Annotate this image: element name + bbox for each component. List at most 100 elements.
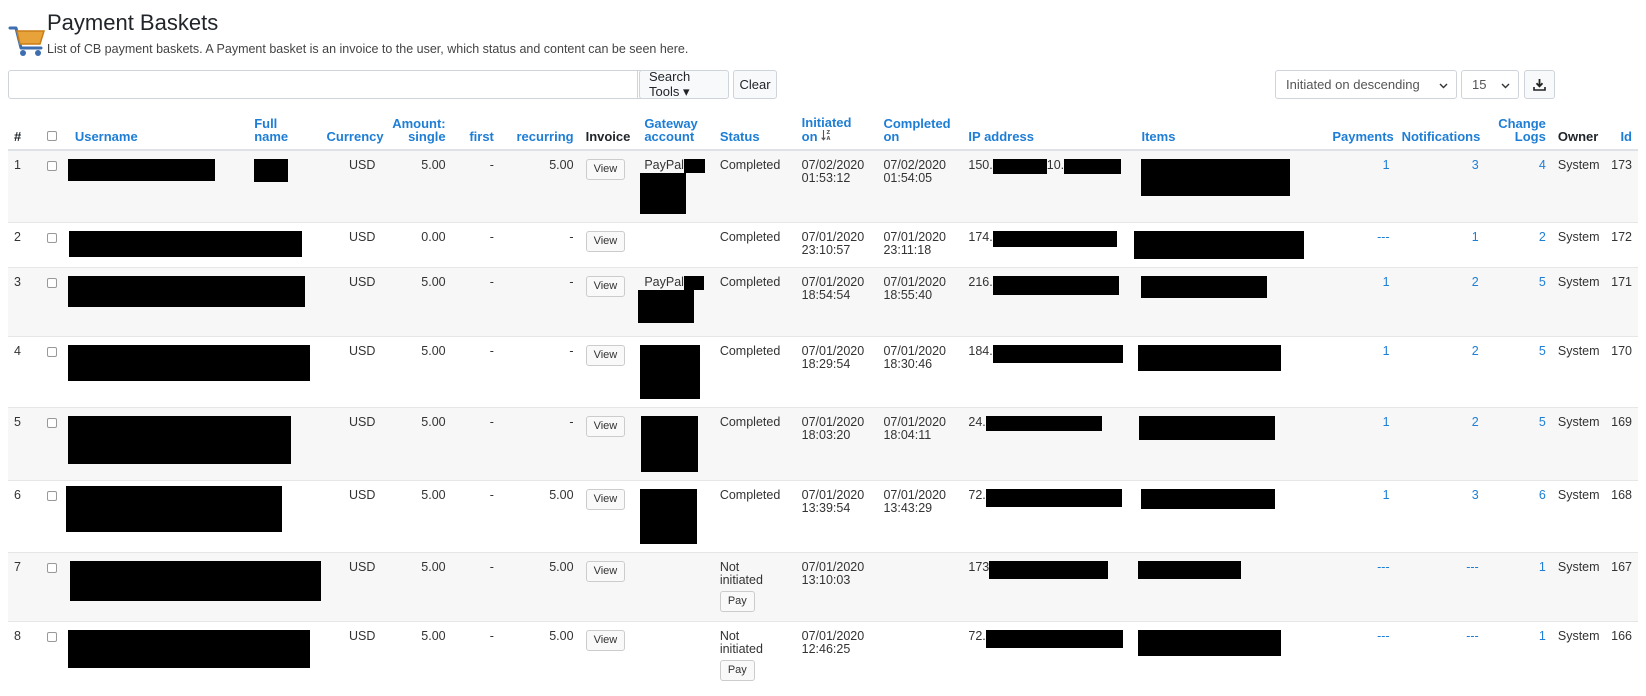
- col-status[interactable]: Status: [713, 106, 796, 151]
- redacted-username[interactable]: [69, 561, 323, 601]
- changelogs-link[interactable]: 4: [1484, 149, 1552, 223]
- payments-link[interactable]: 1: [1326, 336, 1396, 408]
- redacted-username[interactable]: [67, 630, 310, 668]
- view-invoice-button[interactable]: View: [585, 159, 626, 180]
- completed-time: 13:43:29: [883, 501, 933, 515]
- redacted-username[interactable]: [68, 231, 302, 257]
- col-fullname[interactable]: Full name: [248, 106, 321, 151]
- payments-link[interactable]: 1: [1326, 407, 1396, 481]
- currency-cell: USD: [320, 407, 382, 481]
- completed-date: 07/01/2020: [883, 275, 947, 289]
- changelogs-link[interactable]: 1: [1484, 621, 1552, 689]
- changelogs-link[interactable]: 6: [1484, 480, 1552, 553]
- redacted-username[interactable]: [67, 276, 305, 307]
- first-cell: -: [451, 149, 500, 223]
- col-ip[interactable]: IP address: [962, 106, 1136, 151]
- changelogs-link[interactable]: 5: [1484, 336, 1552, 408]
- view-invoice-button[interactable]: View: [585, 561, 626, 582]
- notifications-link[interactable]: ---: [1395, 621, 1485, 689]
- notifications-link[interactable]: 2: [1395, 336, 1485, 408]
- redacted-ip: [992, 231, 1117, 247]
- col-username[interactable]: Username: [68, 106, 249, 151]
- currency-cell: USD: [320, 621, 382, 689]
- id-cell: 173: [1603, 149, 1638, 223]
- col-items[interactable]: Items: [1135, 106, 1327, 151]
- row-checkbox[interactable]: [46, 418, 57, 428]
- row-checkbox[interactable]: [46, 632, 57, 642]
- payments-link[interactable]: ---: [1326, 222, 1396, 268]
- initiated-date: 07/01/2020: [801, 415, 865, 429]
- status-text: Not: [719, 560, 740, 574]
- payments-link[interactable]: 1: [1326, 149, 1396, 223]
- notifications-link[interactable]: ---: [1395, 552, 1485, 622]
- ip-prefix: 72.: [968, 488, 986, 502]
- col-completed[interactable]: Completed on: [877, 106, 963, 151]
- row-checkbox[interactable]: [46, 491, 57, 501]
- initiated-date: 07/01/2020: [801, 560, 865, 574]
- changelogs-link[interactable]: 5: [1484, 407, 1552, 481]
- completed-time: 18:55:40: [883, 288, 933, 302]
- redacted-username[interactable]: [67, 345, 310, 381]
- baskets-table: # Username Full name Currency Amount: sing…: [8, 106, 1638, 689]
- export-button[interactable]: [1524, 70, 1555, 99]
- status-cell: Completed: [713, 336, 796, 408]
- changelogs-link[interactable]: 5: [1484, 267, 1552, 337]
- payments-link[interactable]: 1: [1326, 480, 1396, 553]
- redacted-username[interactable]: [67, 159, 215, 181]
- changelogs-link[interactable]: 2: [1484, 222, 1552, 268]
- view-invoice-button[interactable]: View: [585, 630, 626, 651]
- view-invoice-button[interactable]: View: [585, 231, 626, 252]
- payments-link[interactable]: 1: [1326, 267, 1396, 337]
- sort-desc-icon: ZA: [821, 130, 831, 142]
- col-recurring[interactable]: recurring: [499, 106, 580, 151]
- clear-button[interactable]: Clear: [733, 70, 777, 99]
- redacted-items: [1138, 630, 1282, 656]
- search-input[interactable]: [8, 70, 638, 99]
- notifications-link[interactable]: 2: [1395, 407, 1485, 481]
- row-checkbox[interactable]: [46, 233, 57, 243]
- payments-link[interactable]: ---: [1326, 621, 1396, 689]
- pay-button[interactable]: Pay: [719, 591, 755, 612]
- col-amount[interactable]: Amount: single: [381, 106, 452, 151]
- col-currency[interactable]: Currency: [320, 106, 384, 151]
- sort-select[interactable]: Initiated on descending: [1275, 70, 1457, 99]
- col-changelogs[interactable]: Change Logs: [1484, 106, 1552, 151]
- col-notifications[interactable]: Notifications: [1395, 106, 1485, 151]
- completed-date: 07/02/2020: [883, 158, 947, 172]
- recurring-cell: -: [499, 336, 580, 408]
- row-checkbox[interactable]: [46, 563, 57, 573]
- notifications-link[interactable]: 2: [1395, 267, 1485, 337]
- completed-date: 07/01/2020: [883, 488, 947, 502]
- notifications-link[interactable]: 1: [1395, 222, 1485, 268]
- id-cell: 166: [1603, 621, 1638, 689]
- initiated-time: 18:54:54: [801, 288, 851, 302]
- row-checkbox[interactable]: [46, 347, 57, 357]
- view-invoice-button[interactable]: View: [585, 416, 626, 437]
- row-checkbox[interactable]: [46, 161, 57, 171]
- redacted-ip: [985, 416, 1102, 431]
- payments-link[interactable]: ---: [1326, 552, 1396, 622]
- view-invoice-button[interactable]: View: [585, 489, 626, 510]
- row-num: 3: [8, 267, 41, 337]
- col-payments[interactable]: Payments: [1326, 106, 1396, 151]
- col-initiated[interactable]: Initiated on ZA: [795, 106, 878, 151]
- redacted-username[interactable]: [65, 486, 282, 532]
- col-id[interactable]: Id: [1603, 106, 1638, 151]
- status-text: Not: [719, 629, 740, 643]
- col-gateway[interactable]: Gateway account: [638, 106, 714, 151]
- search-tools-button[interactable]: Search Tools ▾: [639, 69, 729, 99]
- col-first[interactable]: first: [451, 106, 500, 151]
- first-cell: -: [451, 480, 500, 553]
- view-invoice-button[interactable]: View: [585, 345, 626, 366]
- col-owner: Owner: [1551, 106, 1604, 151]
- limit-select[interactable]: 15: [1461, 70, 1519, 99]
- notifications-link[interactable]: 3: [1395, 149, 1485, 223]
- pay-button[interactable]: Pay: [719, 660, 755, 681]
- notifications-link[interactable]: 3: [1395, 480, 1485, 553]
- changelogs-link[interactable]: 1: [1484, 552, 1552, 622]
- redacted-gateway: [640, 345, 701, 399]
- row-checkbox[interactable]: [46, 278, 57, 288]
- view-invoice-button[interactable]: View: [585, 276, 626, 297]
- select-all-checkbox[interactable]: [46, 131, 57, 141]
- redacted-username[interactable]: [67, 416, 291, 464]
